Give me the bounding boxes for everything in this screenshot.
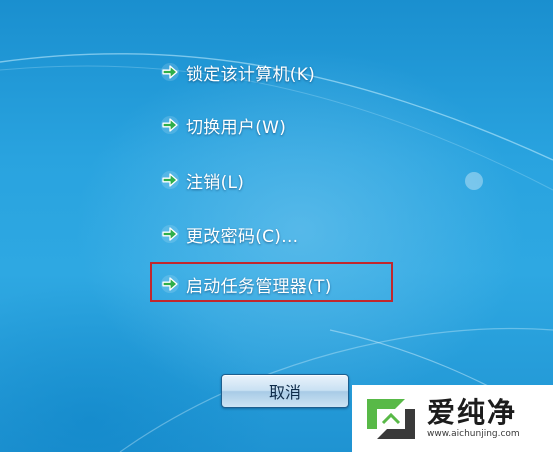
green-arrow-icon — [161, 63, 179, 81]
watermark-url: www.aichunjing.com — [427, 428, 520, 439]
green-arrow-icon — [161, 225, 179, 243]
menu-item-start-task-manager[interactable]: 启动任务管理器(T) — [160, 268, 332, 300]
menu-item-label: 注销(L) — [186, 172, 245, 193]
secure-desktop-screen: 锁定该计算机(K) 切换用户(W) 注销(L) 更改密码(C)... 启动任务管… — [0, 0, 553, 452]
green-arrow-icon — [161, 116, 179, 134]
menu-item-switch-user[interactable]: 切换用户(W) — [160, 109, 286, 141]
menu-item-label: 启动任务管理器(T) — [186, 276, 332, 297]
cancel-button-label: 取消 — [268, 383, 301, 402]
menu-item-label: 更改密码(C)... — [186, 226, 299, 247]
menu-item-label: 切换用户(W) — [186, 117, 287, 138]
cancel-button[interactable]: 取消 — [221, 374, 349, 408]
menu-item-label: 锁定该计算机(K) — [186, 64, 316, 85]
watermark-brand: 爱纯净 — [427, 395, 518, 429]
watermark: 爱纯净 www.aichunjing.com — [352, 385, 553, 452]
site-logo-icon — [367, 398, 415, 439]
menu-item-lock-computer[interactable]: 锁定该计算机(K) — [160, 56, 315, 88]
green-arrow-icon — [161, 171, 179, 189]
menu-item-change-password[interactable]: 更改密码(C)... — [160, 218, 298, 250]
green-arrow-icon — [161, 275, 179, 293]
menu-item-log-off[interactable]: 注销(L) — [160, 164, 244, 196]
